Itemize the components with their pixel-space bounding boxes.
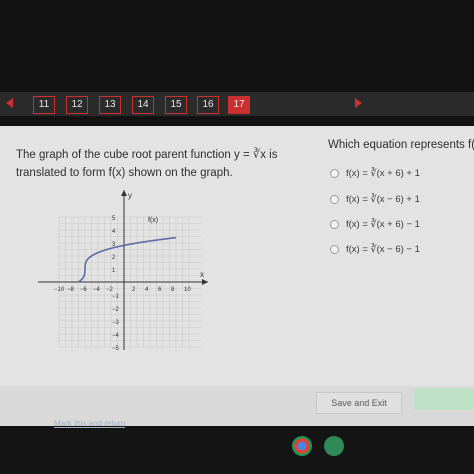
y-tick-label: −3 — [112, 320, 120, 326]
save-and-exit-button[interactable]: Save and Exit — [316, 392, 402, 414]
x-tick-label: −10 — [54, 287, 65, 293]
answer-option-1[interactable]: f(x) = ∛(x + 6) + 1 — [330, 168, 420, 179]
x-tick-labels: −10 −8 −6 −4 −2 2 4 6 8 10 — [54, 287, 191, 293]
y-axis-arrow-icon — [121, 190, 127, 196]
chrome-icon[interactable] — [292, 436, 312, 456]
answer-option-4[interactable]: f(x) = ∛(x − 6) − 1 — [330, 244, 420, 255]
y-axis-label: y — [128, 191, 132, 200]
question-text-line-1: The graph of the cube root parent functi… — [16, 149, 278, 161]
answer-option-3[interactable]: f(x) = ∛(x + 6) − 1 — [330, 219, 420, 230]
x-tick-label: −6 — [80, 287, 88, 293]
next-arrow-icon[interactable] — [355, 98, 362, 108]
radio-button[interactable] — [330, 220, 339, 229]
function-graph: −10 −8 −6 −4 −2 2 4 6 8 10 54321−1−2−3−4−5 y x f(… — [38, 190, 208, 350]
option-label: f(x) = ∛(x + 6) − 1 — [346, 219, 420, 230]
x-axis-arrow-icon — [202, 279, 208, 285]
mark-and-return-link[interactable]: Mark this and return — [54, 419, 125, 428]
y-tick-label: −1 — [112, 294, 120, 300]
question-navbar: 11 12 13 14 15 16 17 — [0, 92, 474, 116]
radio-button[interactable] — [330, 245, 339, 254]
option-label: f(x) = ∛(x + 6) + 1 — [346, 168, 420, 179]
tab-question-12[interactable]: 12 — [66, 96, 88, 114]
x-tick-label: 10 — [184, 287, 191, 293]
next-button[interactable] — [414, 388, 474, 410]
tab-question-17[interactable]: 17 — [228, 96, 250, 114]
x-tick-label: −2 — [106, 287, 114, 293]
option-label: f(x) = ∛(x − 6) + 1 — [346, 194, 420, 205]
function-label: f(x) — [148, 217, 158, 224]
answer-prompt: Which equation represents f(x)? — [328, 139, 474, 151]
radio-button[interactable] — [330, 169, 339, 178]
y-tick-label: −2 — [112, 307, 120, 313]
x-tick-label: 8 — [171, 287, 175, 293]
radio-button[interactable] — [330, 195, 339, 204]
taskbar — [0, 430, 474, 474]
x-tick-label: 2 — [132, 287, 136, 293]
tab-question-14[interactable]: 14 — [132, 96, 154, 114]
x-tick-label: 4 — [145, 287, 149, 293]
option-label: f(x) = ∛(x − 6) − 1 — [346, 244, 420, 255]
answer-option-2[interactable]: f(x) = ∛(x − 6) + 1 — [330, 194, 420, 205]
tab-question-15[interactable]: 15 — [165, 96, 187, 114]
x-tick-label: −4 — [93, 287, 101, 293]
play-store-icon[interactable] — [324, 436, 344, 456]
y-tick-label: −4 — [112, 333, 120, 339]
question-text-line-2: translated to form f(x) shown on the gra… — [16, 167, 233, 179]
x-axis-label: x — [200, 270, 204, 279]
y-tick-label: −5 — [112, 346, 120, 350]
tab-question-11[interactable]: 11 — [33, 96, 55, 114]
x-tick-label: 6 — [158, 287, 162, 293]
y-tick-labels: 54321−1−2−3−4−5 — [112, 216, 120, 350]
tab-question-13[interactable]: 13 — [99, 96, 121, 114]
previous-arrow-icon[interactable] — [6, 98, 13, 108]
x-tick-label: −8 — [67, 287, 75, 293]
tab-question-16[interactable]: 16 — [197, 96, 219, 114]
